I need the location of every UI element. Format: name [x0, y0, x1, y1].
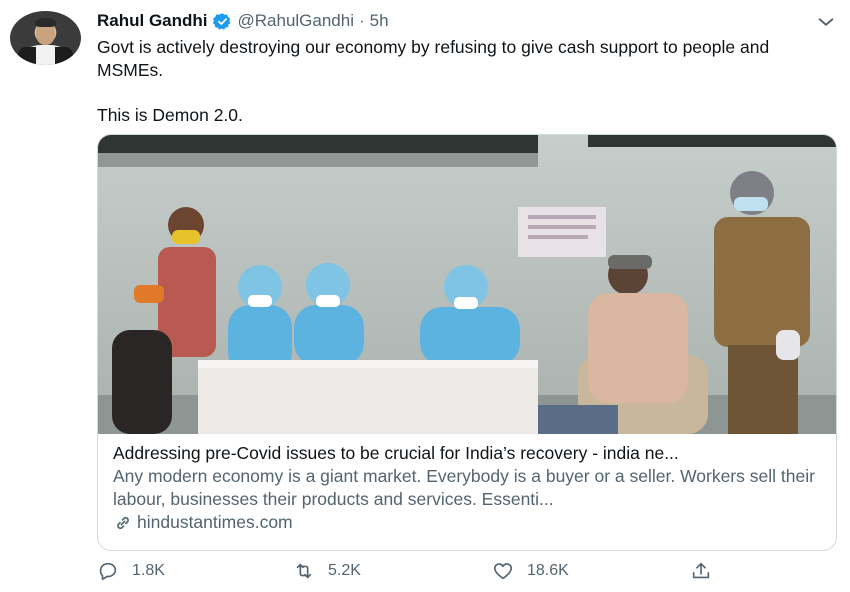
card-domain-text: hindustantimes.com: [137, 512, 293, 532]
separator-dot: ·: [359, 11, 365, 30]
tweet-text-paragraph: This is Demon 2.0.: [97, 105, 243, 125]
card-domain[interactable]: hindustantimes.com: [113, 511, 823, 534]
like-icon: [493, 563, 513, 580]
retweet-count: 5.2K: [328, 562, 361, 579]
reply-button[interactable]: 1.8K: [97, 560, 165, 582]
retweet-button[interactable]: 5.2K: [293, 560, 361, 582]
action-bar: 1.8K 5.2K 18.6K: [97, 560, 737, 588]
card-description: Any modern economy is a giant market. Ev…: [113, 466, 815, 509]
author-name[interactable]: Rahul Gandhi: [97, 11, 208, 31]
like-count: 18.6K: [527, 562, 569, 579]
retweet-icon: [296, 563, 312, 579]
tweet-timestamp[interactable]: 5h: [370, 11, 389, 31]
reply-icon: [99, 562, 117, 581]
chevron-down-icon[interactable]: [815, 11, 837, 33]
link-card[interactable]: Addressing pre-Covid issues to be crucia…: [97, 134, 837, 551]
avatar[interactable]: [10, 11, 81, 65]
link-icon: [117, 516, 129, 529]
share-icon: [692, 562, 710, 579]
author-handle[interactable]: @RahulGandhi: [238, 11, 355, 31]
share-button[interactable]: [690, 560, 712, 582]
reply-count: 1.8K: [132, 562, 165, 579]
card-title[interactable]: Addressing pre-Covid issues to be crucia…: [113, 442, 823, 465]
verified-badge-icon: [212, 12, 230, 30]
tweet-header: Rahul Gandhi @RahulGandhi · 5h: [97, 9, 389, 33]
tweet-text-paragraph: Govt is actively destroying our economy …: [97, 37, 770, 80]
tweet-text: Govt is actively destroying our economy …: [97, 36, 837, 127]
card-image: [98, 135, 836, 434]
like-button[interactable]: 18.6K: [492, 560, 569, 582]
